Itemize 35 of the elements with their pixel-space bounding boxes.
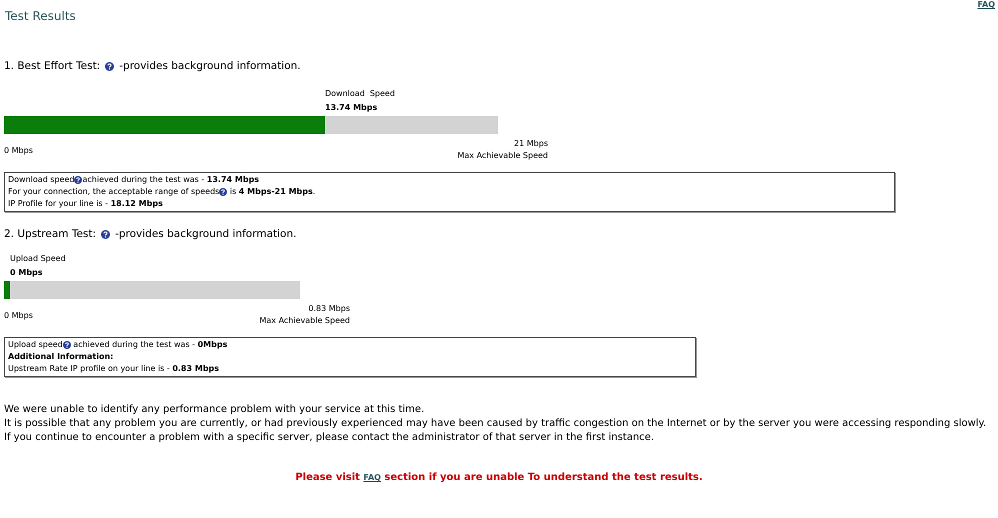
- info-text: Upload speed: [8, 339, 63, 351]
- section-description: -provides background information.: [115, 227, 296, 241]
- help-icon[interactable]: [219, 188, 228, 196]
- speed-label: Download Speed: [325, 88, 395, 100]
- message-paragraph: If you continue to encounter a problem with a specific server, please contact the administrator of that server in the first instance.: [4, 431, 655, 445]
- faq-link[interactable]: FAQ: [977, 0, 998, 10]
- message-paragraph: It is possible that any problem you are currently, or had previously experienced may have been caused by traffic congestion on the Internet or by the server you were accessing responding slowly.: [4, 417, 988, 431]
- section-heading: 2. Upstream Test:: [4, 227, 96, 241]
- faq-notice: Please visit FAQ section if you are unable To understand the test results.: [294, 471, 704, 485]
- speed-value: 13.74 Mbps: [325, 102, 378, 114]
- info-text: is 4 Mbps-21 Mbps.: [228, 186, 316, 198]
- scale-maximum: 21 Mbps: [514, 138, 548, 150]
- scale-minimum: 0 Mbps: [4, 310, 33, 322]
- help-icon[interactable]: [105, 62, 114, 70]
- help-icon[interactable]: [62, 341, 71, 349]
- section-description: -provides background information.: [119, 59, 301, 73]
- info-text: For your connection, the acceptable range of speeds: [8, 186, 220, 198]
- help-icon[interactable]: [101, 230, 110, 238]
- faq-link[interactable]: FAQ: [363, 473, 381, 482]
- info-text: IP Profile for your line is - 18.12 Mbps: [8, 198, 163, 210]
- info-text: Upstream Rate IP profile on your line is - 0.83 Mbps: [8, 363, 220, 375]
- help-icon[interactable]: [74, 176, 82, 184]
- page-title: Test Results: [4, 8, 76, 24]
- scale-caption: Max Achievable Speed: [457, 150, 548, 162]
- message-paragraph: We were unable to identify any performance problem with your service at this time.: [4, 403, 426, 417]
- info-text: achieved during the test was - 13.74 Mbps: [82, 174, 260, 186]
- speed-value: 0 Mbps: [10, 267, 43, 279]
- scale-minimum: 0 Mbps: [4, 145, 33, 157]
- info-text: achieved during the test was - 0Mbps: [72, 339, 228, 351]
- speed-label: Upload Speed: [10, 253, 66, 265]
- info-heading: Additional Information:: [8, 351, 114, 363]
- scale-maximum: 0.83 Mbps: [308, 303, 350, 315]
- scale-caption: Max Achievable Speed: [259, 315, 350, 327]
- section-heading: 1. Best Effort Test:: [4, 59, 100, 73]
- info-text: Download speed: [8, 174, 74, 186]
